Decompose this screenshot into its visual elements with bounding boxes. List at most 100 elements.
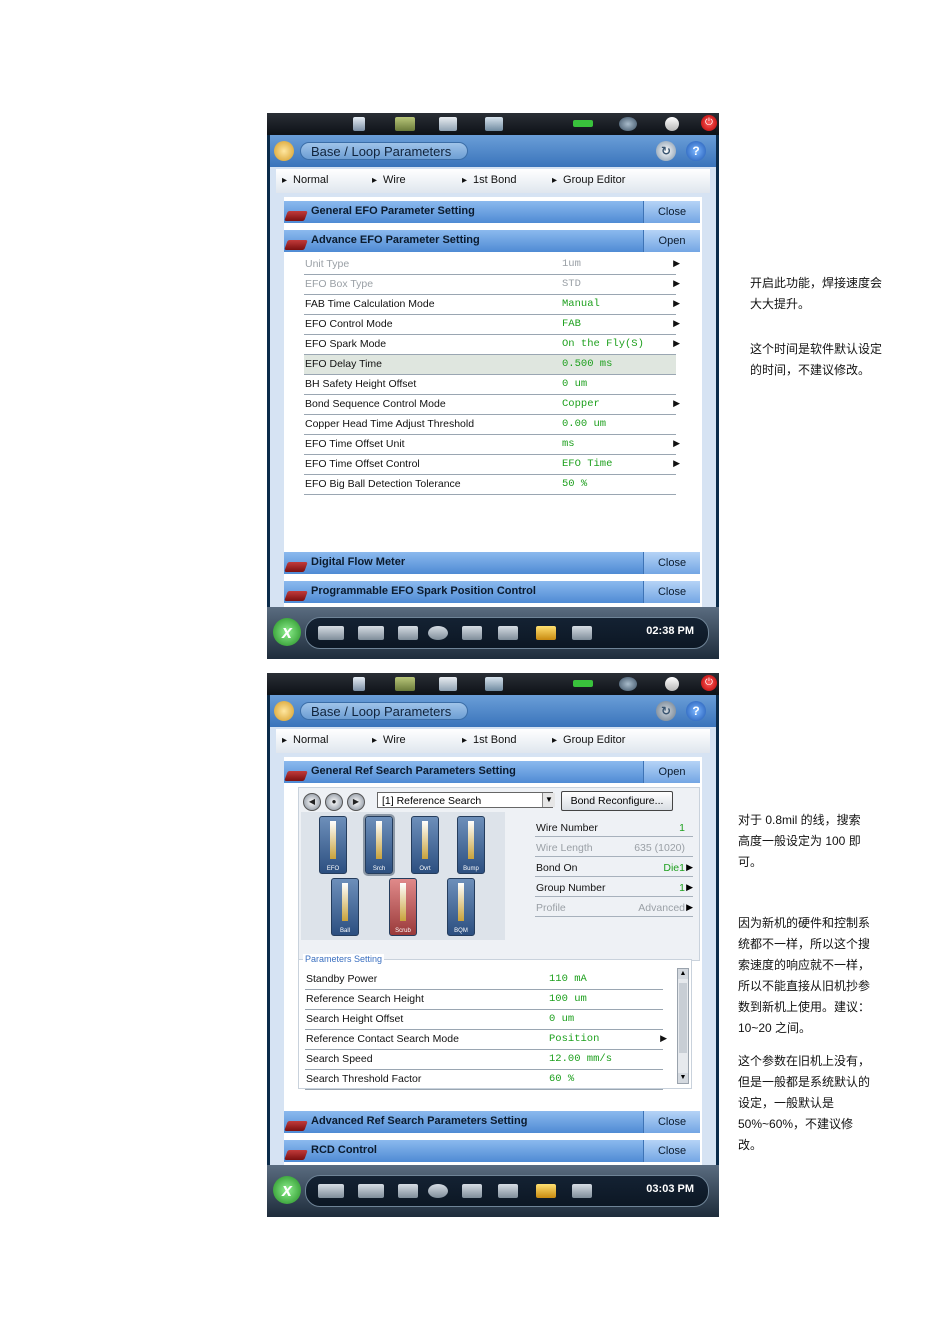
network-icon[interactable] bbox=[619, 117, 637, 131]
row-reference-search-height[interactable]: Reference Search Height 100 um bbox=[305, 990, 663, 1010]
arrow-right-icon[interactable]: ▶ bbox=[686, 902, 693, 913]
camera-icon[interactable] bbox=[428, 1184, 448, 1198]
scroll-up-icon[interactable]: ▲ bbox=[678, 969, 688, 979]
chart-icon[interactable] bbox=[498, 1184, 518, 1198]
program-icon[interactable] bbox=[353, 677, 365, 691]
arrow-right-icon[interactable]: ▶ bbox=[673, 398, 680, 409]
row-efo-spark-mode[interactable]: EFO Spark Mode On the Fly(S) ▶ bbox=[304, 335, 680, 355]
row-value[interactable]: 50 % bbox=[562, 478, 587, 490]
chevron-down-icon[interactable]: ▼ bbox=[542, 793, 555, 807]
camera-icon[interactable] bbox=[428, 626, 448, 640]
section-close-button[interactable]: Close bbox=[643, 1140, 700, 1162]
section-rcd-control[interactable]: RCD Control Close bbox=[284, 1140, 700, 1162]
tool-overtravel[interactable]: Ovrt bbox=[411, 816, 439, 874]
row-reference-contact-search-mode[interactable]: Reference Contact Search Mode Position ▶ bbox=[305, 1030, 667, 1050]
section-close-button[interactable]: Close bbox=[643, 1111, 700, 1133]
row-standby-power[interactable]: Standby Power 110 mA bbox=[305, 970, 663, 990]
sun-icon[interactable] bbox=[536, 1184, 556, 1198]
forward-icon[interactable]: ▶ bbox=[347, 793, 365, 811]
section-general-ref-search[interactable]: General Ref Search Parameters Setting Op… bbox=[284, 761, 700, 783]
arrow-right-icon[interactable]: ▶ bbox=[673, 258, 680, 269]
row-efo-big-ball[interactable]: EFO Big Ball Detection Tolerance 50 % bbox=[304, 475, 676, 495]
program-icon[interactable] bbox=[353, 117, 365, 131]
row-value[interactable]: 100 um bbox=[549, 993, 587, 1005]
windows-icon[interactable] bbox=[572, 626, 592, 640]
row-value[interactable]: 12.00 mm/s bbox=[549, 1053, 612, 1065]
row-value[interactable]: 60 % bbox=[549, 1073, 574, 1085]
row-copper-head-time[interactable]: Copper Head Time Adjust Threshold 0.00 u… bbox=[304, 415, 676, 435]
row-value[interactable]: 0.00 um bbox=[562, 418, 606, 430]
light-icon[interactable] bbox=[665, 677, 679, 691]
tool-search[interactable]: Srch bbox=[363, 814, 395, 876]
row-unit-type[interactable]: Unit Type 1um ▶ bbox=[304, 255, 680, 275]
section-open-button[interactable]: Open bbox=[643, 761, 700, 783]
wire-tool-icon[interactable] bbox=[398, 626, 418, 640]
arrow-right-icon[interactable]: ▶ bbox=[660, 1033, 667, 1044]
tool-ball[interactable]: Ball bbox=[331, 878, 359, 936]
row-value[interactable]: 0.500 ms bbox=[562, 358, 612, 370]
stop-icon[interactable]: ● bbox=[325, 793, 343, 811]
section-close-button[interactable]: Close bbox=[643, 581, 700, 603]
row-value[interactable]: 0 um bbox=[562, 378, 587, 390]
bond-icon[interactable] bbox=[439, 677, 457, 691]
wire-tool-icon[interactable] bbox=[398, 1184, 418, 1198]
tab-1st-bond[interactable]: 1st Bond bbox=[462, 734, 516, 746]
home-icon[interactable] bbox=[274, 701, 294, 721]
arrow-right-icon[interactable]: ▶ bbox=[686, 882, 693, 893]
tool-scrub[interactable]: Scrub bbox=[389, 878, 417, 936]
arrow-right-icon[interactable]: ▶ bbox=[673, 298, 680, 309]
capillary-icon[interactable] bbox=[462, 626, 482, 640]
app-logo-icon[interactable]: x bbox=[273, 618, 301, 646]
section-digital-flow-meter[interactable]: Digital Flow Meter Close bbox=[284, 552, 700, 574]
tab-wire[interactable]: Wire bbox=[372, 174, 406, 186]
tool-bump[interactable]: Bump bbox=[457, 816, 485, 874]
network-icon[interactable] bbox=[619, 677, 637, 691]
section-close-button[interactable]: Close bbox=[643, 201, 700, 223]
tab-normal[interactable]: Normal bbox=[282, 174, 328, 186]
info-bond-on[interactable]: Bond On Die1 ▶ bbox=[535, 858, 693, 877]
leadframe-icon[interactable] bbox=[358, 626, 384, 640]
section-general-efo[interactable]: General EFO Parameter Setting Close bbox=[284, 201, 700, 223]
scroll-down-icon[interactable]: ▼ bbox=[678, 1073, 688, 1083]
section-programmable-efo[interactable]: Programmable EFO Spark Position Control … bbox=[284, 581, 700, 603]
row-bond-sequence[interactable]: Bond Sequence Control Mode Copper ▶ bbox=[304, 395, 680, 415]
device-icon[interactable] bbox=[395, 677, 415, 691]
help-icon[interactable]: ? bbox=[686, 701, 706, 721]
reference-search-select[interactable]: [1] Reference Search bbox=[377, 792, 553, 808]
device-icon[interactable] bbox=[395, 117, 415, 131]
arrow-right-icon[interactable]: ▶ bbox=[673, 438, 680, 449]
row-efo-control-mode[interactable]: EFO Control Mode FAB ▶ bbox=[304, 315, 680, 335]
row-efo-delay-time[interactable]: EFO Delay Time 0.500 ms bbox=[304, 355, 676, 375]
refresh-icon[interactable]: ↻ bbox=[656, 141, 676, 161]
arrow-right-icon[interactable]: ▶ bbox=[673, 318, 680, 329]
scrollbar[interactable]: ▲ ▼ bbox=[677, 968, 689, 1084]
row-value[interactable]: 0 um bbox=[549, 1013, 574, 1025]
back-icon[interactable]: ◀ bbox=[303, 793, 321, 811]
row-efo-time-offset-control[interactable]: EFO Time Offset Control EFO Time ▶ bbox=[304, 455, 680, 475]
arrow-right-icon[interactable]: ▶ bbox=[673, 278, 680, 289]
row-search-height-offset[interactable]: Search Height Offset 0 um bbox=[305, 1010, 663, 1030]
tab-1st-bond[interactable]: 1st Bond bbox=[462, 174, 516, 186]
tab-group-editor[interactable]: Group Editor bbox=[552, 734, 625, 746]
capillary-icon[interactable] bbox=[462, 1184, 482, 1198]
tool-bqm[interactable]: BQM bbox=[447, 878, 475, 936]
arrow-right-icon[interactable]: ▶ bbox=[686, 862, 693, 873]
bonder-icon[interactable] bbox=[318, 1184, 344, 1198]
info-profile[interactable]: Profile Advanced ▶ bbox=[535, 898, 693, 917]
light-icon[interactable] bbox=[665, 117, 679, 131]
arrow-right-icon[interactable]: ▶ bbox=[673, 458, 680, 469]
tab-wire[interactable]: Wire bbox=[372, 734, 406, 746]
tab-group-editor[interactable]: Group Editor bbox=[552, 174, 625, 186]
section-advanced-ref-search[interactable]: Advanced Ref Search Parameters Setting C… bbox=[284, 1111, 700, 1133]
scroll-thumb[interactable] bbox=[679, 983, 687, 1053]
leadframe-icon[interactable] bbox=[358, 1184, 384, 1198]
tool-efo[interactable]: EFO bbox=[319, 816, 347, 874]
row-efo-time-offset-unit[interactable]: EFO Time Offset Unit ms ▶ bbox=[304, 435, 680, 455]
tab-normal[interactable]: Normal bbox=[282, 734, 328, 746]
row-search-threshold-factor[interactable]: Search Threshold Factor 60 % bbox=[305, 1070, 663, 1090]
sun-icon[interactable] bbox=[536, 626, 556, 640]
row-fab-time-calc[interactable]: FAB Time Calculation Mode Manual ▶ bbox=[304, 295, 680, 315]
row-efo-box-type[interactable]: EFO Box Type STD ▶ bbox=[304, 275, 680, 295]
wire-icon[interactable] bbox=[485, 117, 503, 131]
arrow-right-icon[interactable]: ▶ bbox=[673, 338, 680, 349]
